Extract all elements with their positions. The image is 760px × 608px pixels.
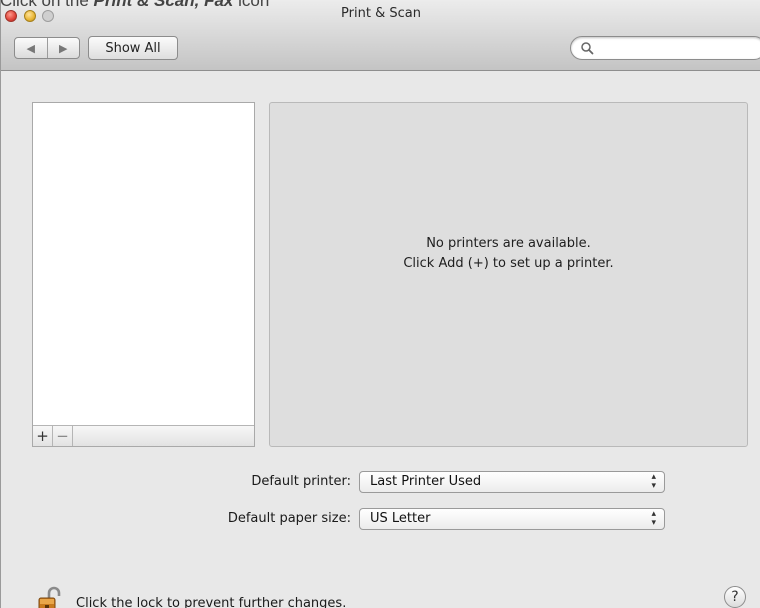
help-button[interactable]: ? — [724, 586, 746, 608]
caption-prefix: Click on the — [0, 0, 94, 10]
show-all-button[interactable]: Show All — [88, 36, 178, 60]
empty-message: No printers are available. Click Add (+)… — [270, 234, 747, 274]
back-button[interactable]: ◀ — [15, 38, 47, 58]
title-bar: Print & Scan ◀ ▶ Show All — [1, 0, 760, 71]
caption-emphasis: Print & Scan, Fax — [93, 0, 234, 10]
default-printer-value: Last Printer Used — [370, 474, 482, 489]
forward-button[interactable]: ▶ — [46, 38, 80, 58]
forward-icon: ▶ — [59, 41, 68, 55]
search-field[interactable] — [570, 36, 760, 60]
lock-icon[interactable] — [37, 585, 63, 608]
default-paper-size-label: Default paper size: — [227, 511, 351, 526]
remove-icon: − — [56, 427, 69, 445]
printer-list-toolbar: + − — [33, 425, 254, 446]
default-paper-size-popup[interactable]: US Letter ▴ ▾ — [359, 508, 665, 530]
popup-arrows-icon: ▴ ▾ — [651, 472, 656, 491]
empty-message-line2: Click Add (+) to set up a printer. — [403, 256, 614, 271]
caption-suffix: icon — [233, 0, 270, 10]
empty-message-line1: No printers are available. — [426, 236, 591, 251]
preferences-window: Print & Scan ◀ ▶ Show All + − No printer… — [0, 0, 760, 608]
remove-printer-button[interactable]: − — [53, 426, 73, 446]
default-printer-popup[interactable]: Last Printer Used ▴ ▾ — [359, 471, 665, 493]
popup-arrows-icon: ▴ ▾ — [651, 509, 656, 528]
printer-list[interactable]: + − — [32, 102, 255, 447]
back-forward-control: ◀ ▶ — [14, 37, 80, 59]
default-paper-size-value: US Letter — [370, 511, 431, 526]
add-icon: + — [36, 427, 49, 445]
default-printer-label: Default printer: — [251, 474, 351, 489]
search-icon — [581, 42, 594, 55]
printer-detail-pane: No printers are available. Click Add (+)… — [269, 102, 748, 447]
back-icon: ◀ — [26, 41, 35, 55]
add-printer-button[interactable]: + — [33, 426, 53, 446]
caption-text: Click on the Print & Scan, Fax icon — [0, 0, 270, 10]
lock-message: Click the lock to prevent further change… — [76, 596, 347, 608]
